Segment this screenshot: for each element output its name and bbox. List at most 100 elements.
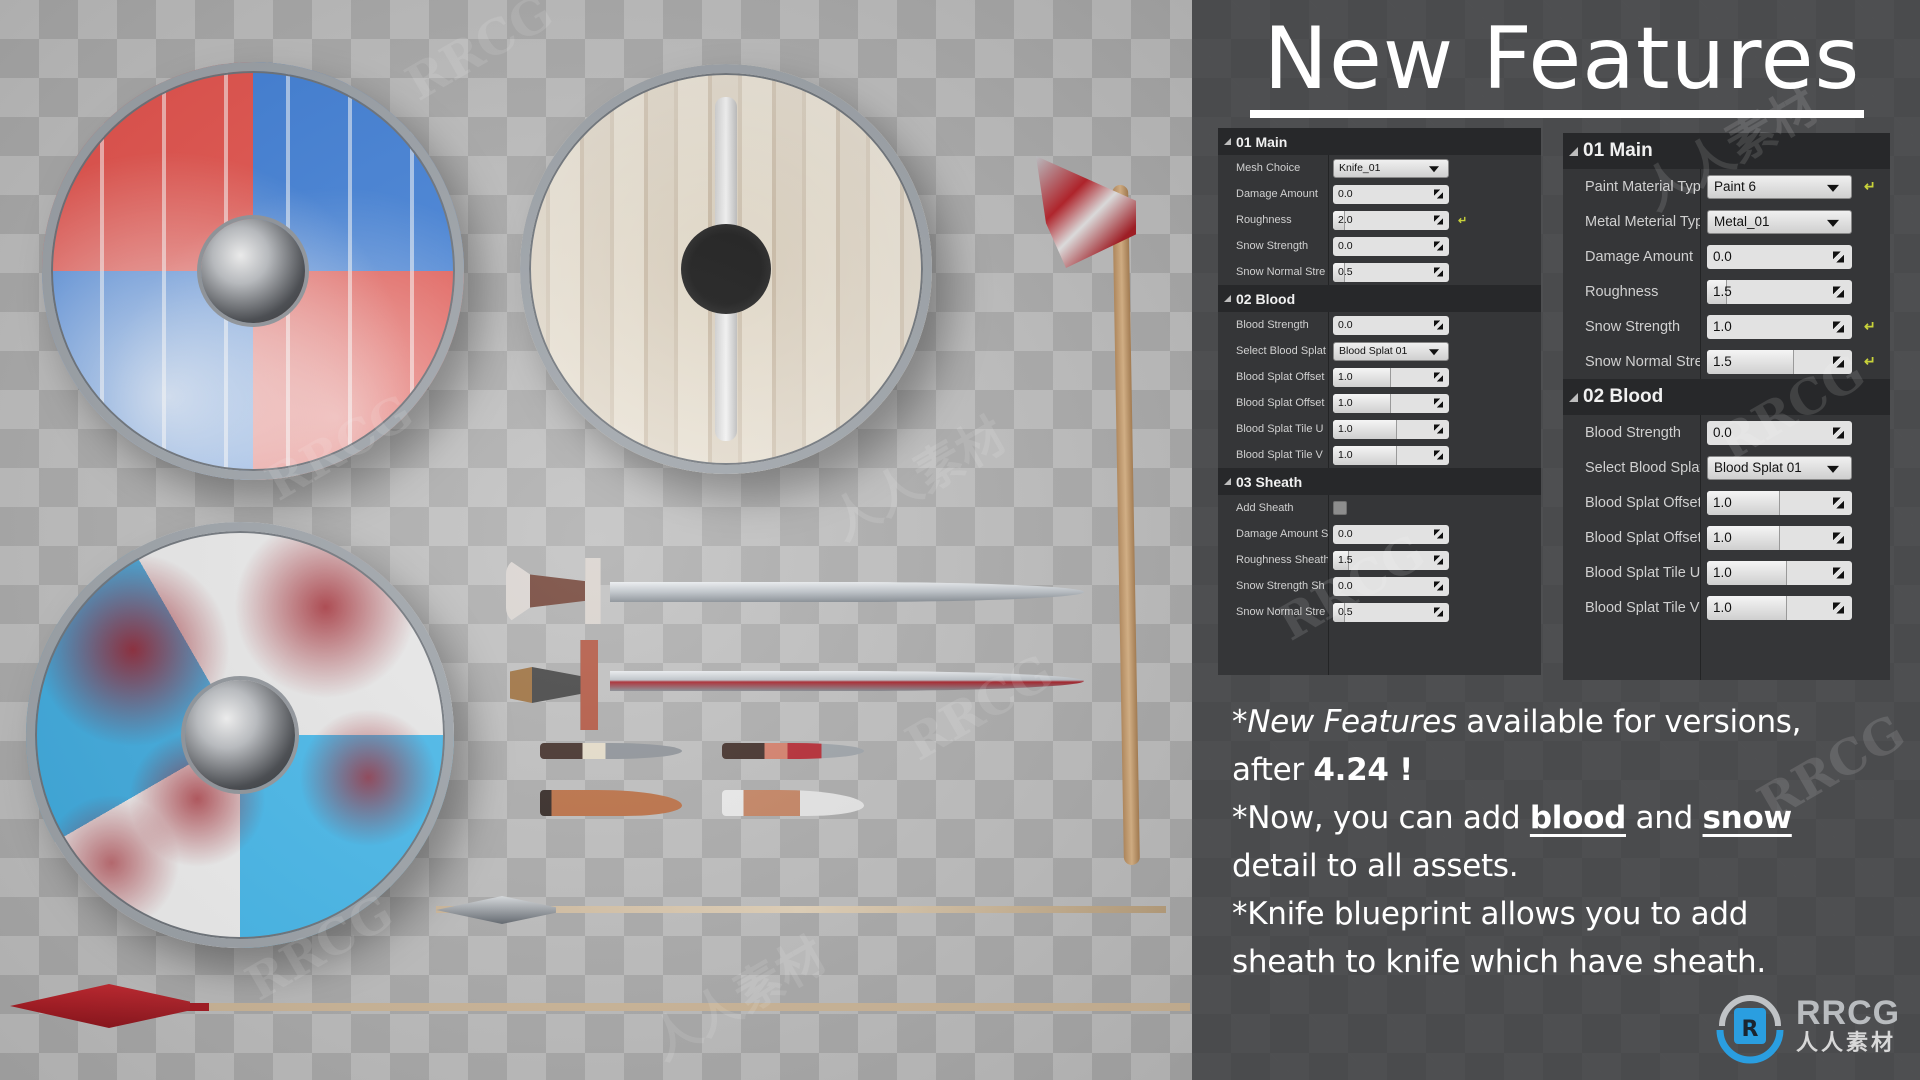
section-title: 01 Main — [1236, 133, 1288, 150]
select-blood-splat-dropdown[interactable]: Blood Splat 01 — [1333, 341, 1449, 361]
property-row-blood-strength: Blood Strength 0.0 — [1218, 312, 1541, 338]
reset-to-default-icon[interactable]: ↵ — [1864, 353, 1876, 370]
roughness-input[interactable]: 2.0 — [1333, 210, 1449, 230]
property-label: Snow Strength — [1585, 318, 1681, 335]
roughness-input[interactable]: 1.5 — [1707, 279, 1852, 304]
chevron-down-icon — [1827, 465, 1839, 473]
drag-spin-icon[interactable] — [1434, 450, 1443, 460]
section-header-02-blood[interactable]: 02 Blood — [1218, 285, 1541, 312]
collapse-triangle-icon[interactable] — [1569, 146, 1578, 156]
section-header-02-blood[interactable]: 02 Blood — [1563, 379, 1890, 415]
property-label: Snow Normal Stre — [1585, 353, 1700, 370]
note-line: *Now, you can add blood and snow — [1232, 800, 1792, 836]
property-row-blood-strength: Blood Strength 0.0 — [1563, 415, 1890, 450]
drag-spin-icon[interactable] — [1434, 241, 1443, 251]
property-label: Snow Normal Stre — [1236, 606, 1326, 618]
metal-meterial-typ-dropdown[interactable]: Metal_01 — [1707, 209, 1852, 234]
drag-spin-icon[interactable] — [1833, 602, 1844, 613]
blood-splat-offset-input[interactable]: 1.0 — [1707, 525, 1852, 550]
reset-to-default-icon[interactable]: ↵ — [1864, 318, 1876, 335]
drag-spin-icon[interactable] — [1833, 251, 1844, 262]
blood-splat-tile-v-input[interactable]: 1.0 — [1333, 445, 1449, 465]
section-header-01-main[interactable]: 01 Main — [1563, 133, 1890, 169]
drag-spin-icon[interactable] — [1833, 567, 1844, 578]
asset-showcase-viewport: RRCG RRCG 人人素材 RRCG RRCG 人人素材 — [0, 0, 1192, 1080]
drag-spin-icon[interactable] — [1833, 532, 1844, 543]
drag-spin-icon[interactable] — [1833, 356, 1844, 367]
blood-strength-input[interactable]: 0.0 — [1707, 420, 1852, 445]
add-sheath-checkbox[interactable] — [1333, 501, 1347, 515]
axe-handle — [1112, 184, 1140, 866]
drag-spin-icon[interactable] — [1434, 398, 1443, 408]
note-line: after 4.24 ! — [1232, 752, 1414, 788]
property-row-snow-strength: Snow Strength 1.0 ↵ — [1563, 309, 1890, 344]
sword-clean-hilt — [506, 558, 601, 624]
drag-spin-icon[interactable] — [1434, 555, 1443, 565]
property-row-snow-normal-stre: Snow Normal Stre 0.5 — [1218, 599, 1541, 625]
property-label: Select Blood Splat — [1585, 459, 1700, 476]
property-row-add-sheath: Add Sheath — [1218, 495, 1541, 521]
collapse-triangle-icon[interactable] — [1224, 295, 1231, 302]
drag-spin-icon[interactable] — [1434, 372, 1443, 382]
reset-to-default-icon[interactable]: ↵ — [1864, 178, 1876, 195]
shield-red-blue — [42, 62, 464, 480]
damage-amount-input[interactable]: 0.0 — [1333, 184, 1449, 204]
property-label: Damage Amount S — [1236, 528, 1328, 540]
property-row-blood-splat-tile-u: Blood Splat Tile U 1.0 — [1218, 416, 1541, 442]
collapse-triangle-icon[interactable] — [1224, 478, 1231, 485]
blood-splat-tile-v-input[interactable]: 1.0 — [1707, 595, 1852, 620]
snow-normal-stre-input[interactable]: 1.5 — [1707, 349, 1852, 374]
drag-spin-icon[interactable] — [1434, 267, 1443, 277]
field-value: 0.0 — [1338, 240, 1353, 252]
section-header-01-main[interactable]: 01 Main — [1218, 128, 1541, 155]
drag-spin-icon[interactable] — [1434, 529, 1443, 539]
reset-to-default-icon[interactable]: ↵ — [1458, 214, 1467, 227]
collapse-triangle-icon[interactable] — [1569, 392, 1578, 402]
property-label: Mesh Choice — [1236, 162, 1301, 174]
property-row-roughness: Roughness 1.5 — [1563, 274, 1890, 309]
watermark: 人人素材 — [641, 927, 836, 1072]
damage-amount-input[interactable]: 0.0 — [1707, 244, 1852, 269]
blood-splat-offset-input[interactable]: 1.0 — [1333, 367, 1449, 387]
spear-long-head — [10, 984, 190, 1028]
drag-spin-icon[interactable] — [1434, 189, 1443, 199]
feature-notes: *New Features available for versions, af… — [1232, 698, 1912, 986]
snow-strength-input[interactable]: 0.0 — [1333, 236, 1449, 256]
drag-spin-icon[interactable] — [1434, 424, 1443, 434]
section-header-03-sheath[interactable]: 03 Sheath — [1218, 468, 1541, 495]
drag-spin-icon[interactable] — [1833, 497, 1844, 508]
drag-spin-icon[interactable] — [1434, 581, 1443, 591]
property-label: Roughness — [1585, 283, 1659, 300]
property-label: Blood Splat Tile V — [1236, 449, 1323, 461]
snow-normal-stre-input[interactable]: 0.5 — [1333, 262, 1449, 282]
chevron-down-icon — [1827, 184, 1839, 192]
snow-strength-sh-input[interactable]: 0.0 — [1333, 576, 1449, 596]
property-label: Paint Material Typ — [1585, 178, 1700, 195]
property-label: Blood Splat Offset — [1236, 371, 1325, 383]
paint-material-typ-dropdown[interactable]: Paint 6 — [1707, 174, 1852, 199]
snow-strength-input[interactable]: 1.0 — [1707, 314, 1852, 339]
blood-splat-tile-u-input[interactable]: 1.0 — [1707, 560, 1852, 585]
mesh-choice-dropdown[interactable]: Knife_01 — [1333, 158, 1449, 178]
damage-amount-s-input[interactable]: 0.0 — [1333, 524, 1449, 544]
field-value: 1.0 — [1713, 495, 1732, 510]
title-underline — [1250, 110, 1864, 118]
blood-strength-input[interactable]: 0.0 — [1333, 315, 1449, 335]
blood-splat-offset-input[interactable]: 1.0 — [1707, 490, 1852, 515]
drag-spin-icon[interactable] — [1434, 215, 1443, 225]
snow-normal-stre-input[interactable]: 0.5 — [1333, 602, 1449, 622]
property-label: Blood Strength — [1585, 424, 1681, 441]
field-value: Metal_01 — [1714, 214, 1770, 229]
drag-spin-icon[interactable] — [1833, 321, 1844, 332]
drag-spin-icon[interactable] — [1434, 320, 1443, 330]
drag-spin-icon[interactable] — [1434, 607, 1443, 617]
drag-spin-icon[interactable] — [1833, 427, 1844, 438]
blood-splat-tile-u-input[interactable]: 1.0 — [1333, 419, 1449, 439]
select-blood-splat-dropdown[interactable]: Blood Splat 01 — [1707, 455, 1852, 480]
blood-splat-offset-input[interactable]: 1.0 — [1333, 393, 1449, 413]
roughness-sheath-input[interactable]: 1.5 — [1333, 550, 1449, 570]
property-row-select-blood-splat: Select Blood Splat Blood Splat 01 — [1218, 338, 1541, 364]
collapse-triangle-icon[interactable] — [1224, 138, 1231, 145]
drag-spin-icon[interactable] — [1833, 286, 1844, 297]
field-value: 1.5 — [1713, 354, 1732, 369]
